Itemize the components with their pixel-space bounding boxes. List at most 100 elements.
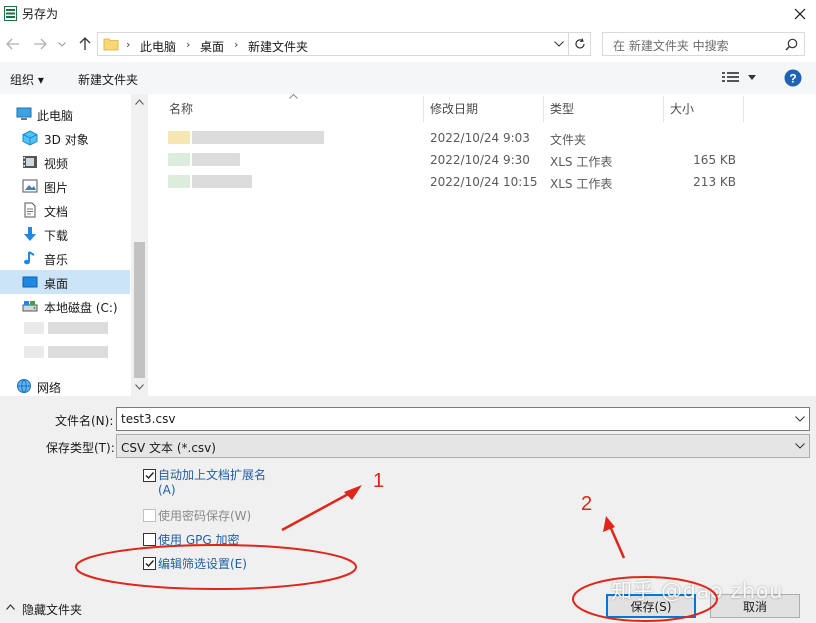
view-options-icon[interactable] — [722, 71, 740, 83]
search-icon — [785, 38, 798, 51]
view-dropdown-icon[interactable] — [748, 75, 756, 80]
organize-menu[interactable]: 组织 ▾ — [10, 71, 44, 88]
annotation-number-2: 2 — [581, 493, 593, 515]
annotation-number-1: 1 — [373, 470, 385, 492]
forward-button[interactable] — [31, 35, 49, 53]
file-size: 213 KB — [693, 175, 736, 189]
nav-item-label: 下载 — [44, 229, 69, 243]
filename-label: 文件名(N): — [55, 414, 114, 428]
cube-icon — [22, 130, 38, 146]
music-icon — [22, 250, 38, 266]
filetype-label: 保存类型(T): — [46, 441, 115, 455]
nav-item-pictures[interactable]: 图片 — [0, 174, 130, 198]
filetype-select[interactable]: CSV 文本 (*.csv) — [116, 434, 810, 458]
nav-item-3d-objects[interactable]: 3D 对象 — [0, 126, 130, 150]
nav-item-label: 桌面 — [44, 277, 69, 291]
recent-locations-button[interactable] — [56, 35, 68, 53]
auto-extension-label-shortcut[interactable]: (A) — [158, 483, 176, 497]
redacted-file-name — [192, 175, 252, 188]
arrow-left-icon — [6, 38, 20, 50]
file-size: 165 KB — [693, 153, 736, 167]
nav-item-label: 3D 对象 — [44, 133, 89, 147]
scroll-down-icon[interactable] — [135, 384, 144, 390]
nav-item-label: 视频 — [44, 157, 69, 171]
scroll-up-icon[interactable] — [135, 99, 144, 105]
video-icon — [22, 154, 38, 170]
chevron-down-icon[interactable] — [795, 416, 805, 422]
checkmark-icon — [144, 558, 155, 569]
column-divider[interactable] — [543, 96, 544, 122]
gpg-checkbox[interactable] — [143, 533, 156, 546]
column-header-size[interactable]: 大小 — [670, 100, 694, 117]
up-button[interactable] — [76, 35, 94, 53]
password-label: 使用密码保存(W) — [158, 509, 252, 523]
chevron-down-icon — [58, 41, 66, 47]
nav-item-this-pc[interactable]: 此电脑 — [0, 102, 130, 126]
new-folder-button[interactable]: 新建文件夹 — [78, 71, 138, 88]
nav-item-label: 本地磁盘 (C:) — [44, 301, 118, 315]
watermark: 知乎 @dao zhou — [611, 579, 783, 603]
close-button[interactable] — [786, 2, 814, 26]
breadcrumb-this-pc[interactable]: 此电脑 — [140, 38, 176, 55]
address-bar[interactable]: › 此电脑 › 桌面 › 新建文件夹 — [97, 32, 569, 56]
command-bar: 组织 ▾ 新建文件夹 ? — [0, 62, 816, 94]
breadcrumb-new-folder[interactable]: 新建文件夹 — [248, 38, 308, 55]
nav-item-documents[interactable]: 文档 — [0, 198, 130, 222]
chevron-up-icon[interactable] — [6, 604, 15, 610]
folder-icon — [103, 37, 119, 51]
auto-extension-checkbox[interactable] — [143, 469, 156, 482]
redacted-nav-item — [24, 322, 44, 334]
file-date: 2022/10/24 9:03 — [430, 131, 530, 145]
file-type: 文件夹 — [550, 133, 587, 147]
title-bar: 另存为 — [0, 0, 816, 28]
checkmark-icon — [144, 470, 155, 481]
auto-extension-label[interactable]: 自动加上文档扩展名 — [158, 466, 266, 483]
filetype-value: CSV 文本 (*.csv) — [121, 441, 216, 455]
column-divider[interactable] — [663, 96, 664, 122]
refresh-icon — [574, 38, 586, 50]
nav-item-local-disk[interactable]: 本地磁盘 (C:) — [0, 294, 130, 318]
password-checkbox — [143, 509, 156, 522]
hide-folders-button[interactable]: 隐藏文件夹 — [22, 601, 82, 618]
nav-item-label: 图片 — [44, 181, 69, 195]
network-icon — [16, 378, 32, 394]
refresh-button[interactable] — [569, 32, 591, 56]
nav-item-network[interactable]: 网络 — [0, 374, 130, 398]
redacted-nav-item — [48, 346, 108, 358]
redacted-nav-item — [24, 346, 44, 358]
nav-scrollbar-thumb[interactable] — [134, 242, 145, 378]
address-history-dropdown[interactable] — [554, 41, 564, 47]
edit-filter-settings-label[interactable]: 编辑筛选设置(E) — [158, 555, 247, 572]
file-type: XLS 工作表 — [550, 155, 613, 169]
chevron-right-icon: › — [234, 38, 239, 51]
search-input[interactable]: 在 新建文件夹 中搜索 — [602, 32, 805, 56]
column-header-name[interactable]: 名称 — [169, 100, 193, 117]
nav-item-desktop[interactable]: 桌面 — [0, 270, 130, 294]
close-icon — [794, 8, 806, 20]
spreadsheet-app-icon — [4, 6, 17, 21]
drive-icon — [22, 298, 38, 314]
nav-item-music[interactable]: 音乐 — [0, 246, 130, 270]
redacted-file-icon — [168, 131, 190, 144]
file-type: XLS 工作表 — [550, 177, 613, 191]
download-icon — [22, 226, 38, 242]
chevron-down-icon — [795, 443, 805, 449]
redacted-file-icon — [168, 175, 190, 188]
filename-field[interactable]: test3.csv — [116, 407, 810, 431]
column-header-date[interactable]: 修改日期 — [430, 100, 478, 117]
back-button[interactable] — [4, 35, 22, 53]
column-divider[interactable] — [743, 96, 744, 122]
nav-item-videos[interactable]: 视频 — [0, 150, 130, 174]
edit-filter-settings-checkbox[interactable] — [143, 557, 156, 570]
picture-icon — [22, 178, 38, 194]
nav-item-downloads[interactable]: 下载 — [0, 222, 130, 246]
help-icon[interactable]: ? — [784, 69, 802, 87]
column-divider[interactable] — [423, 96, 424, 122]
redacted-file-name — [192, 153, 240, 166]
column-header-type[interactable]: 类型 — [550, 100, 574, 117]
redacted-file-name — [192, 131, 324, 144]
sort-ascending-icon — [289, 94, 298, 99]
computer-icon — [16, 106, 32, 122]
breadcrumb-desktop[interactable]: 桌面 — [200, 38, 224, 55]
gpg-label[interactable]: 使用 GPG 加密 — [158, 531, 239, 548]
